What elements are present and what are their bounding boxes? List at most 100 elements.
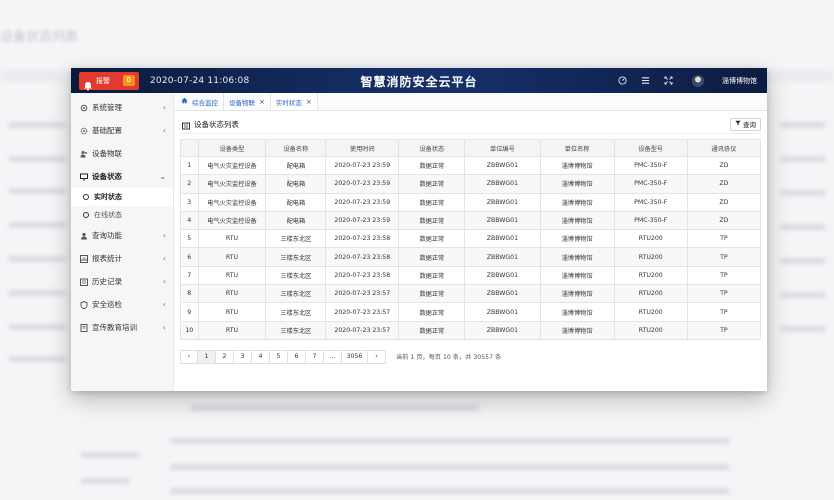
table-row[interactable]: 4 电气火灾监控设备 配电箱 2020-07-23 23:59 数据正常 ZBBWG01 淄… [180,210,762,231]
user-name[interactable]: 淄博博物馆 [722,76,757,86]
sidebar-item-label: 查询功能 [92,231,122,240]
table-cell: PMC-350-F [613,174,688,194]
device-status-panel: 设备状态列表 查询 设备类型 设备名称 使用时间 设备状态 单位编号 单位名称 … [174,111,767,391]
chevron-left-icon: ‹ [162,300,166,309]
history-icon [80,278,88,286]
chevron-left-icon: ‹ [162,126,166,135]
table-cell: ZBBWG01 [464,174,541,194]
sidebar-item-label: 系统管理 [92,103,122,112]
table-cell: 数据正常 [398,155,466,176]
tab-label: 设备物联 [229,98,255,107]
table-row[interactable]: 9 RTU 三楼东北区 2020-07-23 23:57 数据正常 ZBBWG01 淄博博物… [180,302,762,322]
chevron-left-icon: ‹ [162,277,166,286]
table-header-row: 设备类型 设备名称 使用时间 设备状态 单位编号 单位名称 设备型号 通讯协议 [180,139,762,157]
dashboard-icon[interactable] [617,76,627,86]
user-avatar[interactable] [692,74,704,87]
table-row[interactable]: 5 RTU 三楼东北区 2020-07-23 23:58 数据正常 ZBBWG01 淄博博物… [180,229,762,249]
sidebar-item-safety-inspection[interactable]: 安全巡检 ‹ [71,293,173,316]
prev-page-button[interactable]: ‹ [180,349,198,364]
page-button[interactable]: 2 [216,349,234,364]
main-content: 综合监控 设备物联 × 实时状态 × 设备状态列表 查询 设备类型 设备名称 使… [174,93,767,391]
table-cell: 淄博博物馆 [539,174,615,194]
table-row[interactable]: 8 RTU 三楼东北区 2020-07-23 23:57 数据正常 ZBBWG01 淄博博物… [180,284,762,304]
table-cell: PMC-350-F [613,192,688,212]
table-cell: 数据正常 [398,192,466,212]
table-cell: 数据正常 [398,229,466,249]
table-cell: 3 [180,192,199,212]
page-button[interactable]: 7 [306,349,324,364]
table-cell: ZBBWG01 [464,302,541,322]
sidebar-item-education-training[interactable]: 宣传教育培训 ‹ [71,316,173,339]
tab-label: 综合监控 [192,98,218,107]
app-window: 报警 0 2020-07-24 11:06:08 智慧消防安全云平台 淄博博物馆… [71,68,767,391]
table-row[interactable]: 1 电气火灾监控设备 配电箱 2020-07-23 23:59 数据正常 ZBBWG01 淄… [180,155,762,176]
table-row[interactable]: 6 RTU 三楼东北区 2020-07-23 23:58 数据正常 ZBBWG01 淄博博物… [180,247,762,267]
table-cell: 三楼东北区 [265,302,327,322]
page-button[interactable]: 1 [198,349,216,364]
table-cell: 数据正常 [398,320,466,340]
column-header: 设备类型 [197,139,267,157]
table-row[interactable]: 3 电气火灾监控设备 配电箱 2020-07-23 23:59 数据正常 ZBBWG01 淄… [180,192,762,212]
sidebar-subitem-realtime-status[interactable]: 实时状态 [71,188,173,206]
table-cell: 电气火灾监控设备 [197,155,267,176]
next-page-button[interactable]: › [368,349,386,364]
close-icon[interactable]: × [306,98,312,106]
sidebar-item-query[interactable]: 查询功能 ‹ [71,224,173,247]
sidebar-subitem-online-status[interactable]: 在线状态 [71,206,173,224]
alarm-count-badge: 0 [122,75,135,86]
table-cell: 1 [180,155,199,176]
pagination: ‹ 1 2 3 4 5 6 7 ... 3056 › 当前 1 页，每页 10 … [180,349,761,364]
table-cell: TP [686,265,762,286]
sidebar-item-device-iot[interactable]: 设备物联 [71,142,173,165]
sidebar-item-reports[interactable]: 报表统计 ‹ [71,247,173,270]
tab-realtime-status[interactable]: 实时状态 × [270,93,318,110]
table-row[interactable]: 2 电气火灾监控设备 配电箱 2020-07-23 23:59 数据正常 ZBBWG01 淄… [180,174,762,194]
query-button[interactable]: 查询 [730,117,761,131]
settings-icon [80,127,88,135]
close-icon[interactable]: × [259,98,265,106]
table-cell: 淄博博物馆 [539,320,615,340]
table-cell: RTU200 [613,302,688,322]
table-cell: ZBBWG01 [464,229,541,249]
table-cell: 数据正常 [398,265,466,286]
circle-icon [83,194,89,200]
menu-icon[interactable] [640,76,650,86]
page-button[interactable]: 5 [270,349,288,364]
tab-overview-monitor[interactable]: 综合监控 [176,93,224,110]
table-cell: RTU [197,284,267,304]
column-header: 设备型号 [613,139,688,157]
tab-device-iot[interactable]: 设备物联 × [224,93,271,110]
page-info: 当前 1 页，每页 10 条，共 30557 条 [396,354,502,362]
table-cell: ZBBWG01 [464,320,541,340]
column-header: 通讯协议 [686,139,762,157]
table-cell: ZBBWG01 [464,284,541,304]
sidebar-item-history[interactable]: 历史记录 ‹ [71,270,173,293]
table-cell: 10 [180,320,199,340]
sidebar-item-system-management[interactable]: 系统管理 ‹ [71,96,173,119]
top-toolbar: 淄博博物馆 [617,74,767,87]
table-cell: 2020-07-23 23:57 [325,320,400,340]
table-row[interactable]: 7 RTU 三楼东北区 2020-07-23 23:58 数据正常 ZBBWG01 淄博博物… [180,265,762,286]
alarm-button[interactable]: 报警 0 [79,71,139,91]
fullscreen-icon[interactable] [663,76,673,86]
table-cell: 数据正常 [398,174,466,194]
table-cell: 淄博博物馆 [539,192,615,212]
table-cell: RTU200 [613,229,688,249]
table-cell: 淄博博物馆 [539,284,615,304]
ghost-title: 设备状态列表 [0,30,79,45]
table-cell: RTU200 [613,284,688,304]
sidebar-item-basic-config[interactable]: 基础配置 ‹ [71,119,173,142]
query-label: 查询 [743,121,756,129]
table-cell: RTU [197,247,267,267]
table-cell: RTU [197,302,267,322]
sidebar-item-device-status[interactable]: 设备状态 ⌄ [71,165,173,188]
table-cell: 2020-07-23 23:58 [325,265,400,286]
page-button[interactable]: 6 [288,349,306,364]
table-cell: 9 [180,302,199,322]
page-button[interactable]: 4 [252,349,270,364]
page-button[interactable]: 3056 [342,349,368,364]
table-row[interactable]: 10 RTU 三楼东北区 2020-07-23 23:57 数据正常 ZBBWG01 淄博博… [180,320,762,340]
table-cell: 配电箱 [265,210,327,231]
page-button[interactable]: 3 [234,349,252,364]
tab-label: 实时状态 [275,98,302,107]
